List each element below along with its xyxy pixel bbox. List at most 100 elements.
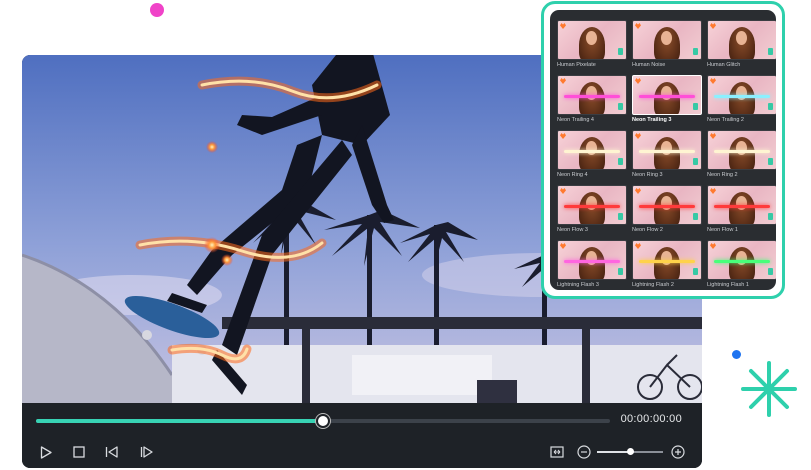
effect-label: Neon Trailing 2: [707, 117, 744, 123]
premium-badge-icon: [710, 23, 716, 29]
effect-card[interactable]: Neon Trailing 2: [707, 75, 776, 128]
thumbnail-face: [586, 31, 597, 45]
effect-thumbnail: [557, 130, 627, 170]
download-icon[interactable]: [768, 213, 773, 220]
effect-thumbnail: [632, 185, 702, 225]
effect-glow-line: [639, 150, 695, 153]
effect-label: Neon Ring 3: [632, 172, 663, 178]
effect-label: Neon Flow 3: [557, 227, 588, 233]
effects-grid: Human Pixelate Human Noise Human Glitch Neo…: [557, 20, 776, 290]
download-icon[interactable]: [693, 48, 698, 55]
play-icon: [40, 445, 52, 459]
effect-thumbnail: [707, 240, 776, 280]
zoom-slider-handle[interactable]: [627, 448, 634, 455]
fit-screen-button[interactable]: [549, 444, 565, 460]
effect-glow-line: [564, 205, 620, 208]
effect-card[interactable]: Neon Ring 4: [557, 130, 627, 183]
effect-glow-line: [639, 95, 695, 98]
download-icon[interactable]: [768, 158, 773, 165]
effect-card[interactable]: Neon Ring 3: [632, 130, 702, 183]
download-icon[interactable]: [693, 103, 698, 110]
premium-badge-icon: [710, 188, 716, 194]
decorative-blue-dot: [732, 350, 741, 359]
effect-card[interactable]: Lightning Flash 1: [707, 240, 776, 290]
download-icon[interactable]: [618, 268, 623, 275]
timecode-display: 00:00:00:00: [620, 413, 682, 425]
effect-card[interactable]: Neon Flow 1: [707, 185, 776, 238]
premium-badge-icon: [560, 188, 566, 194]
zoom-slider-fill: [597, 451, 630, 453]
zoom-in-button[interactable]: [670, 444, 686, 460]
stop-button[interactable]: [71, 444, 87, 460]
premium-badge-icon: [560, 243, 566, 249]
fit-screen-icon: [550, 446, 564, 458]
effect-label: Neon Ring 4: [557, 172, 588, 178]
download-icon[interactable]: [618, 158, 623, 165]
effect-label: Neon Trailing 3: [632, 117, 672, 123]
previous-frame-icon: [105, 446, 118, 458]
timeline-track[interactable]: [36, 414, 610, 428]
effects-panel: Human Pixelate Human Noise Human Glitch Neo…: [541, 1, 785, 299]
effect-card[interactable]: Human Pixelate: [557, 20, 627, 73]
premium-badge-icon: [710, 243, 716, 249]
download-icon[interactable]: [618, 48, 623, 55]
zoom-slider[interactable]: [597, 448, 663, 455]
download-icon[interactable]: [618, 213, 623, 220]
previous-frame-button[interactable]: [104, 444, 120, 460]
effect-label: Lightning Flash 1: [707, 282, 749, 288]
premium-badge-icon: [560, 23, 566, 29]
effect-thumbnail: [557, 240, 627, 280]
effect-glow-line: [564, 260, 620, 263]
effect-label: Human Glitch: [707, 62, 741, 68]
stop-icon: [73, 446, 85, 458]
effect-card[interactable]: Neon Trailing 4: [557, 75, 627, 128]
effect-card[interactable]: Lightning Flash 3: [557, 240, 627, 290]
download-icon[interactable]: [768, 268, 773, 275]
timeline-progress: [36, 419, 323, 423]
effect-label: Human Noise: [632, 62, 666, 68]
effect-card[interactable]: Human Glitch: [707, 20, 776, 73]
effect-card[interactable]: Human Noise: [632, 20, 702, 73]
effect-card[interactable]: Neon Flow 3: [557, 185, 627, 238]
effect-thumbnail: [632, 240, 702, 280]
play-button[interactable]: [38, 444, 54, 460]
zoom-out-button[interactable]: [576, 444, 592, 460]
effect-card[interactable]: Lightning Flash 2: [632, 240, 702, 290]
thumbnail-face: [736, 31, 747, 45]
effect-thumbnail: [632, 20, 702, 60]
next-frame-button[interactable]: [139, 444, 155, 460]
download-icon[interactable]: [693, 268, 698, 275]
effect-thumbnail: [632, 130, 702, 170]
premium-badge-icon: [635, 188, 641, 194]
effect-glow-line: [714, 260, 770, 263]
premium-badge-icon: [635, 243, 641, 249]
effect-thumbnail: [707, 185, 776, 225]
download-icon[interactable]: [693, 213, 698, 220]
premium-badge-icon: [635, 133, 641, 139]
effect-thumbnail: [707, 130, 776, 170]
effect-thumbnail: [557, 75, 627, 115]
effect-thumbnail: [707, 20, 776, 60]
premium-badge-icon: [560, 78, 566, 84]
download-icon[interactable]: [693, 158, 698, 165]
download-icon[interactable]: [618, 103, 623, 110]
effect-label: Lightning Flash 3: [557, 282, 599, 288]
download-icon[interactable]: [768, 48, 773, 55]
effect-thumbnail: [707, 75, 776, 115]
effect-glow-line: [714, 95, 770, 98]
thumbnail-face: [661, 31, 672, 45]
effect-card[interactable]: Neon Ring 2: [707, 130, 776, 183]
download-icon[interactable]: [768, 103, 773, 110]
effect-glow-line: [714, 205, 770, 208]
effect-glow-line: [714, 150, 770, 153]
next-frame-icon: [140, 446, 153, 458]
effect-card[interactable]: Neon Flow 2: [632, 185, 702, 238]
effect-glow-line: [639, 260, 695, 263]
effect-thumbnail: [557, 20, 627, 60]
effect-card[interactable]: Neon Trailing 3: [632, 75, 702, 128]
effect-thumbnail: [557, 185, 627, 225]
sparkle-icon: [741, 361, 797, 417]
effect-glow-line: [564, 150, 620, 153]
premium-badge-icon: [560, 133, 566, 139]
timeline-scrubber[interactable]: [316, 414, 330, 428]
